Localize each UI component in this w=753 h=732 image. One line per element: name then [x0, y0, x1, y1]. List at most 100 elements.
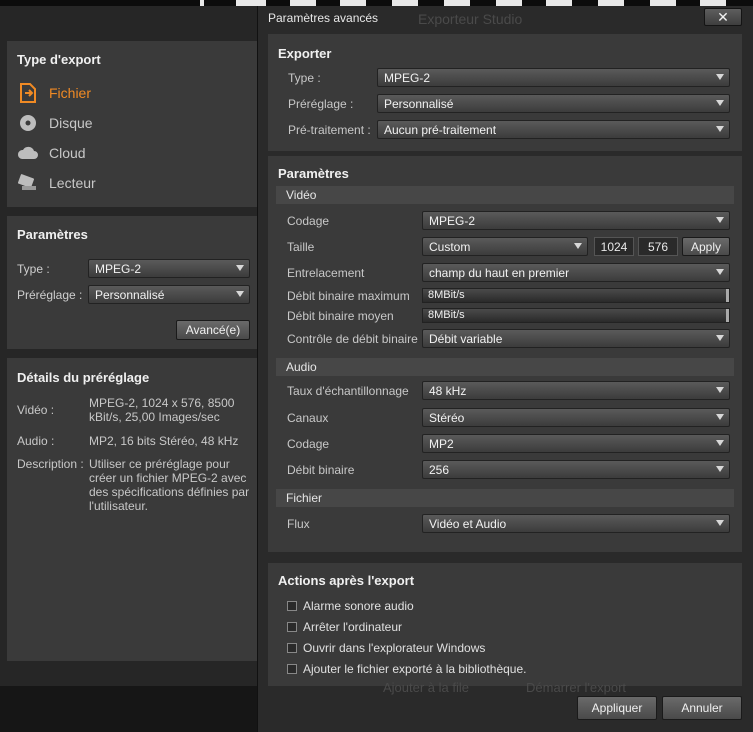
apply-button[interactable]: Appliquer — [577, 696, 657, 720]
nav-fichier-label: Fichier — [49, 85, 92, 101]
checkbox-audio-alarm[interactable]: Alarme sonore audio — [287, 599, 414, 613]
checkbox-label: Ouvrir dans l'explorateur Windows — [303, 641, 486, 655]
exp-pre-label: Pré-traitement : — [288, 123, 371, 137]
nav-fichier[interactable]: Fichier — [17, 82, 91, 104]
exporter-section: Exporter Type : MPEG-2 Préréglage : Pers… — [268, 34, 742, 151]
apply-size-button[interactable]: Apply — [682, 237, 730, 256]
chevron-down-icon — [716, 217, 724, 223]
rate-control-label: Contrôle de débit binaire — [287, 332, 418, 346]
type-select-value: MPEG-2 — [95, 261, 142, 276]
exporter-heading: Exporter — [278, 46, 332, 61]
export-type-heading: Type d'export — [17, 52, 101, 67]
audio-bitrate-select[interactable]: 256 — [422, 460, 730, 479]
dialog-title: Paramètres avancés — [268, 11, 379, 25]
exp-preset-select[interactable]: Personnalisé — [377, 94, 730, 113]
chevron-down-icon — [574, 243, 582, 249]
actions-heading: Actions après l'export — [278, 573, 415, 588]
width-input[interactable]: 1024 — [594, 237, 634, 256]
close-icon: ✕ — [717, 8, 729, 25]
exp-preset-value: Personnalisé — [384, 96, 454, 111]
sample-rate-select[interactable]: 48 kHz — [422, 381, 730, 400]
params-panel: Paramètres Type : MPEG-2 Préréglage : Pe… — [7, 216, 258, 349]
audio-codec-select[interactable]: MP2 — [422, 434, 730, 453]
checkbox-shutdown[interactable]: Arrêter l'ordinateur — [287, 620, 402, 634]
channels-label: Canaux — [287, 411, 329, 425]
audio-bitrate-label: Débit binaire — [287, 463, 355, 477]
audio-bitrate-value: 256 — [429, 462, 450, 477]
avg-bitrate-slider[interactable]: 8MBit/s — [422, 308, 730, 323]
file-subheading: Fichier — [276, 489, 734, 507]
video-codec-select[interactable]: MPEG-2 — [422, 211, 730, 230]
checkbox-box[interactable] — [287, 622, 297, 632]
advanced-button[interactable]: Avancé(e) — [176, 320, 250, 340]
checkbox-label: Alarme sonore audio — [303, 599, 414, 613]
background-start-export: Démarrer l'export — [526, 680, 627, 695]
slider-handle[interactable] — [726, 289, 729, 302]
max-bitrate-slider[interactable]: 8MBit/s — [422, 288, 730, 303]
exp-type-label: Type : — [288, 71, 321, 85]
checkbox-open-explorer[interactable]: Ouvrir dans l'explorateur Windows — [287, 641, 485, 655]
nav-cloud[interactable]: Cloud — [17, 142, 86, 164]
chevron-down-icon — [716, 414, 724, 420]
chevron-down-icon — [716, 335, 724, 341]
preset-details-panel: Détails du préréglage Vidéo : MPEG-2, 10… — [7, 358, 258, 661]
preset-select-value: Personnalisé — [95, 287, 165, 302]
exp-type-select[interactable]: MPEG-2 — [377, 68, 730, 87]
nav-lecteur-label: Lecteur — [49, 175, 96, 191]
nav-disque-label: Disque — [49, 115, 93, 131]
height-input[interactable]: 576 — [638, 237, 678, 256]
checkbox-label: Arrêter l'ordinateur — [303, 620, 402, 634]
stream-value: Vidéo et Audio — [429, 516, 507, 531]
chevron-down-icon — [716, 387, 724, 393]
exp-pre-select[interactable]: Aucun pré-traitement — [377, 120, 730, 139]
max-bitrate-value: 8MBit/s — [428, 289, 465, 301]
channels-value: Stéréo — [429, 410, 465, 425]
interlace-label: Entrelacement — [287, 266, 365, 280]
chevron-down-icon — [236, 265, 244, 271]
close-button[interactable]: ✕ — [704, 8, 742, 26]
chevron-down-icon — [716, 100, 724, 106]
size-select[interactable]: Custom — [422, 237, 588, 256]
audio-codec-value: MP2 — [429, 436, 454, 451]
device-icon — [17, 172, 39, 194]
chevron-down-icon — [716, 126, 724, 132]
checkbox-add-library[interactable]: Ajouter le fichier exporté à la biblioth… — [287, 662, 526, 676]
slider-handle[interactable] — [726, 309, 729, 322]
advanced-settings-dialog: Paramètres avancés Exporteur Studio ✕ Ex… — [257, 6, 753, 732]
nav-lecteur[interactable]: Lecteur — [17, 172, 96, 194]
preset-details-heading: Détails du préréglage — [17, 370, 150, 385]
checkbox-box[interactable] — [287, 601, 297, 611]
channels-select[interactable]: Stéréo — [422, 408, 730, 427]
stream-select[interactable]: Vidéo et Audio — [422, 514, 730, 533]
video-detail-label: Vidéo : — [17, 403, 55, 417]
type-select[interactable]: MPEG-2 — [88, 259, 250, 278]
disc-icon — [17, 112, 39, 134]
export-type-panel: Type d'export Fichier Disque Cloud Lecte… — [7, 41, 258, 207]
preset-select[interactable]: Personnalisé — [88, 285, 250, 304]
cancel-button[interactable]: Annuler — [662, 696, 742, 720]
avg-bitrate-label: Débit binaire moyen — [287, 309, 394, 323]
interlace-select[interactable]: champ du haut en premier — [422, 263, 730, 282]
checkbox-box[interactable] — [287, 643, 297, 653]
cloud-icon — [17, 142, 39, 164]
nav-disque[interactable]: Disque — [17, 112, 93, 134]
params-section-heading: Paramètres — [278, 166, 349, 181]
rate-control-value: Débit variable — [429, 331, 503, 346]
checkbox-box[interactable] — [287, 664, 297, 674]
checkbox-label: Ajouter le fichier exporté à la biblioth… — [303, 662, 527, 676]
sample-rate-label: Taux d'échantillonnage — [287, 384, 409, 398]
chevron-down-icon — [716, 440, 724, 446]
chevron-down-icon — [716, 520, 724, 526]
audio-codec-label: Codage — [287, 437, 330, 451]
video-codec-label: Codage — [287, 214, 330, 228]
audio-detail-label: Audio : — [17, 434, 55, 448]
actions-section: Actions après l'export Alarme sonore aud… — [268, 563, 742, 686]
nav-cloud-label: Cloud — [49, 145, 86, 161]
audio-detail-value: MP2, 16 bits Stéréo, 48 kHz — [89, 434, 239, 448]
left-footer-area — [0, 686, 257, 732]
interlace-value: champ du haut en premier — [429, 265, 570, 280]
chevron-down-icon — [716, 466, 724, 472]
rate-control-select[interactable]: Débit variable — [422, 329, 730, 348]
exp-pre-value: Aucun pré-traitement — [384, 122, 497, 137]
params-section: Paramètres Vidéo Codage MPEG-2 Taille Cu… — [268, 156, 742, 552]
